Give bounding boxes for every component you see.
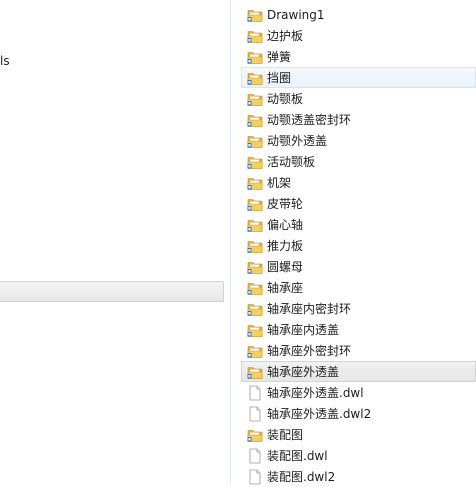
file-icon [249, 469, 261, 484]
file-name-label: 机架 [267, 175, 292, 190]
list-item[interactable]: 活动颚板 [241, 151, 476, 172]
list-item[interactable]: 装配图.dwl2 [241, 466, 476, 487]
file-icon [249, 406, 261, 421]
list-item[interactable]: 机架 [241, 172, 476, 193]
list-item[interactable]: 轴承座外透盖.dwl [241, 382, 476, 403]
list-item[interactable]: 轴承座内密封环 [241, 298, 476, 319]
file-name-label: 动颚透盖密封环 [267, 112, 352, 127]
nav-item-label[interactable]: ls [0, 54, 10, 68]
pane-divider[interactable] [230, 0, 231, 483]
list-item[interactable]: 挡圈 [241, 67, 476, 88]
list-item[interactable]: 圆螺母 [241, 256, 476, 277]
list-item[interactable]: 轴承座外密封环 [241, 340, 476, 361]
file-name-label: 轴承座外透盖 [267, 364, 340, 379]
list-item[interactable]: 偏心轴 [241, 214, 476, 235]
file-name-label: 动颚板 [267, 91, 304, 106]
file-name-label: 轴承座外密封环 [267, 343, 352, 358]
list-item[interactable]: 装配图.dwl [241, 445, 476, 466]
file-name-label: 轴承座内透盖 [267, 322, 340, 337]
folder-icon [247, 135, 263, 148]
file-name-label: 装配图 [267, 427, 304, 442]
folder-icon [247, 345, 263, 358]
folder-icon [247, 324, 263, 337]
file-name-label: 边护板 [267, 28, 304, 43]
file-icon [249, 385, 261, 400]
folder-icon [247, 303, 263, 316]
folder-icon [247, 429, 263, 442]
list-item[interactable]: 皮带轮 [241, 193, 476, 214]
file-name-label: 皮带轮 [267, 196, 304, 211]
folder-icon [247, 51, 263, 64]
list-item[interactable]: 动颚板 [241, 88, 476, 109]
list-item[interactable]: 轴承座外透盖.dwl2 [241, 403, 476, 424]
list-item[interactable]: 边护板 [241, 25, 476, 46]
folder-icon [247, 93, 263, 106]
folder-icon [247, 72, 263, 85]
folder-icon [247, 30, 263, 43]
list-item[interactable]: 轴承座内透盖 [241, 319, 476, 340]
navigation-pane: ls [0, 0, 230, 483]
file-name-label: 弹簧 [267, 49, 292, 64]
folder-icon [247, 114, 263, 127]
file-name-label: 活动颚板 [267, 154, 316, 169]
list-item[interactable]: 轴承座 [241, 277, 476, 298]
list-item[interactable]: 弹簧 [241, 46, 476, 67]
folder-icon [247, 240, 263, 253]
folder-icon [247, 366, 263, 379]
horizontal-scrollbar[interactable] [0, 281, 224, 302]
file-name-label: 偏心轴 [267, 217, 304, 232]
list-item[interactable]: Drawing1 [241, 4, 476, 25]
file-name-label: 推力板 [267, 238, 304, 253]
file-name-label: Drawing1 [267, 7, 325, 22]
file-name-label: 轴承座外透盖.dwl [267, 385, 364, 400]
file-name-label: 圆螺母 [267, 259, 304, 274]
file-icon [249, 448, 261, 463]
file-list: Drawing1 边护板 弹簧 挡圈 动颚板 动颚透盖密封环 动颚外透盖 活动颚… [241, 4, 476, 487]
list-item[interactable]: 动颚透盖密封环 [241, 109, 476, 130]
file-name-label: 轴承座 [267, 280, 304, 295]
file-name-label: 轴承座外透盖.dwl2 [267, 406, 372, 421]
file-name-label: 装配图.dwl [267, 448, 328, 463]
folder-icon [247, 9, 263, 22]
list-item[interactable]: 动颚外透盖 [241, 130, 476, 151]
folder-icon [247, 219, 263, 232]
folder-icon [247, 156, 263, 169]
list-item[interactable]: 推力板 [241, 235, 476, 256]
file-name-label: 挡圈 [267, 70, 292, 85]
list-item[interactable]: 装配图 [241, 424, 476, 445]
file-name-label: 动颚外透盖 [267, 133, 328, 148]
folder-icon [247, 177, 263, 190]
folder-icon [247, 282, 263, 295]
folder-icon [247, 198, 263, 211]
list-item[interactable]: 轴承座外透盖 [241, 361, 476, 382]
file-name-label: 轴承座内密封环 [267, 301, 352, 316]
folder-icon [247, 261, 263, 274]
file-name-label: 装配图.dwl2 [267, 469, 336, 484]
